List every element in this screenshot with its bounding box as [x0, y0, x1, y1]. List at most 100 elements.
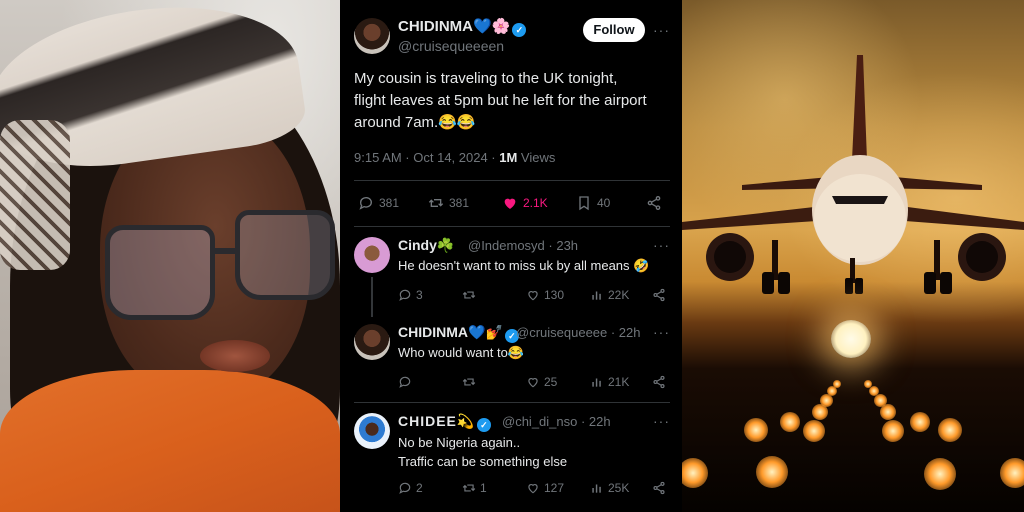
reply-display-name: CHIDINMA [398, 324, 468, 340]
views-button[interactable]: 21K [590, 375, 629, 389]
share-button[interactable] [652, 375, 666, 389]
reply-author-name[interactable]: CHIDEE💫 ✓ [398, 413, 492, 432]
repost-button[interactable]: 1 [462, 481, 487, 495]
runway-light [874, 394, 887, 407]
reply-handle-time[interactable]: @cruisequeeee · 22h [516, 325, 641, 340]
selfie-photo [0, 0, 340, 512]
runway-light [938, 418, 962, 442]
analytics-icon [592, 484, 601, 493]
reply-author-name[interactable]: Cindy☘️ [398, 237, 454, 254]
flower-icon: 🌸 [491, 18, 511, 35]
heart-icon [528, 378, 538, 388]
like-count: 25 [544, 375, 558, 389]
runway-light [756, 456, 788, 488]
author-display-name: CHIDINMA [398, 18, 473, 35]
reply-count: 3 [416, 288, 423, 302]
tweet-screenshot: CHIDINMA💙🌸 ✓ @cruisequeeeen Follow ··· My… [340, 0, 682, 512]
runway-light [910, 412, 930, 432]
like-button[interactable]: 2.1K [502, 195, 548, 211]
repost-count: 1 [480, 481, 487, 495]
repost-button[interactable] [462, 375, 480, 389]
runway-light [864, 380, 872, 388]
more-options-icon[interactable]: ··· [653, 237, 670, 253]
like-count: 127 [544, 481, 565, 495]
divider [354, 402, 670, 403]
runway-light [833, 380, 841, 388]
author-avatar[interactable] [354, 18, 390, 54]
reply-text: He doesn't want to miss uk by all means … [398, 258, 650, 273]
like-count: 2.1K [523, 196, 548, 210]
photo-headscarf-pattern [0, 120, 70, 270]
airplane-icon [682, 55, 1024, 294]
blue-heart-icon: 💙 [473, 18, 492, 35]
reply-author-name[interactable]: CHIDINMA💙💅 ✓ [398, 324, 519, 343]
repost-button[interactable]: 381 [428, 195, 469, 211]
bookmark-count: 40 [597, 196, 611, 210]
more-options-icon[interactable]: ··· [653, 413, 670, 429]
share-icon [653, 288, 665, 302]
reply-button[interactable] [398, 375, 416, 389]
reply-handle-time[interactable]: @Indemosyd · 23h [468, 238, 578, 253]
reply-avatar[interactable] [354, 413, 390, 449]
like-button[interactable]: 130 [526, 288, 564, 302]
views-count: 1M [499, 150, 518, 165]
more-options-icon[interactable]: ··· [653, 324, 670, 340]
share-icon [647, 196, 661, 210]
reply-icon [399, 482, 411, 494]
follow-button[interactable]: Follow [583, 18, 645, 42]
views-count: 22K [608, 288, 630, 302]
repost-count: 381 [449, 196, 470, 210]
views-count: 25K [608, 481, 630, 495]
reply-handle-time[interactable]: @chi_di_nso · 22h [502, 414, 611, 429]
photo-orange-top [0, 370, 340, 512]
runway-light [869, 386, 879, 396]
like-button[interactable]: 127 [526, 481, 564, 495]
tweet-timestamp[interactable]: 9:15 AM · Oct 14, 2024 · 1M Views [354, 150, 555, 165]
analytics-icon [592, 378, 601, 387]
airplane-photo [682, 0, 1024, 512]
share-button[interactable] [652, 481, 666, 495]
photo-glasses-right-lens [235, 210, 335, 300]
divider [354, 180, 670, 181]
emoji-icon: 💫 [456, 413, 476, 429]
reply-count: 381 [379, 196, 400, 210]
photo-glasses-bridge [212, 248, 238, 254]
reply-button[interactable]: 2 [398, 481, 423, 495]
tweet-time-text: 9:15 AM · Oct 14, 2024 · [354, 150, 500, 165]
views-count: 21K [608, 375, 630, 389]
runway-light [1000, 458, 1024, 488]
views-button[interactable]: 22K [590, 288, 629, 302]
reply-button[interactable]: 381 [358, 195, 399, 211]
heart-icon [528, 484, 538, 494]
like-button[interactable]: 25 [526, 375, 557, 389]
bookmark-button[interactable]: 40 [576, 195, 610, 211]
runway-light [924, 458, 956, 490]
thread-line [371, 277, 373, 317]
photo-sun [831, 320, 871, 358]
bookmark-icon [579, 196, 589, 211]
reply-avatar[interactable] [354, 324, 390, 360]
reply-avatar[interactable] [354, 237, 390, 273]
share-button[interactable] [652, 288, 666, 302]
share-icon [653, 375, 665, 389]
runway-light [882, 420, 904, 442]
more-options-icon[interactable]: ··· [653, 22, 670, 38]
heart-icon [528, 291, 538, 301]
author-name[interactable]: CHIDINMA💙🌸 ✓ [398, 17, 527, 37]
repost-icon [428, 199, 444, 207]
runway-light [803, 420, 825, 442]
blue-heart-icon: 💙 [468, 324, 486, 340]
share-button[interactable] [646, 195, 662, 211]
verified-badge-icon: ✓ [512, 23, 527, 37]
runway-light [744, 418, 768, 442]
reply-icon [399, 289, 411, 301]
views-button[interactable]: 25K [590, 481, 629, 495]
repost-button[interactable] [462, 288, 480, 302]
reply-icon [359, 197, 372, 210]
verified-badge-icon: ✓ [477, 418, 492, 432]
reply-text: No be Nigeria again.. Traffic can be som… [398, 435, 568, 469]
author-handle[interactable]: @cruisequeeeen [398, 38, 504, 54]
divider [354, 226, 670, 227]
reply-button[interactable]: 3 [398, 288, 423, 302]
analytics-icon [592, 291, 601, 300]
